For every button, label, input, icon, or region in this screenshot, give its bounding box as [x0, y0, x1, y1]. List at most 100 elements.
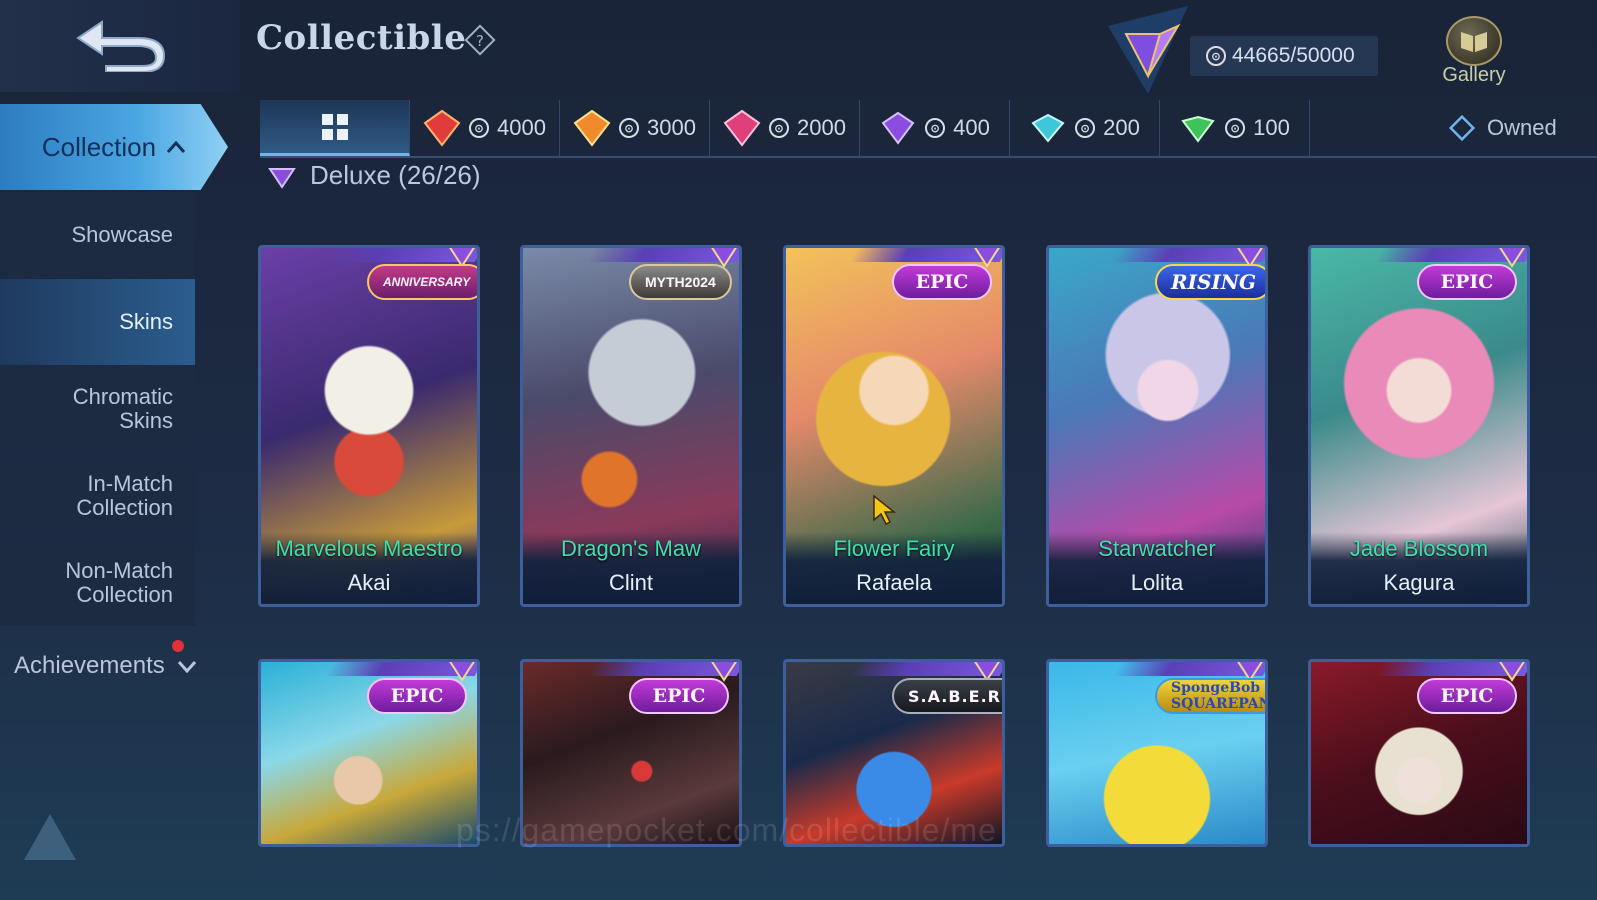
pink-gem-icon — [723, 109, 761, 147]
sidebar-item-in-match-collection[interactable]: In-Match Collection — [0, 453, 195, 539]
scroll-up-arrow-icon — [24, 814, 76, 860]
card-caption: Starwatcher Lolita — [1049, 532, 1265, 604]
skin-badge: EPIC — [629, 678, 729, 714]
tab-label: 200 — [1103, 115, 1140, 140]
purple-gem-icon — [881, 111, 915, 145]
tab-label: 2000 — [797, 115, 846, 140]
owned-filter-toggle[interactable]: Owned — [1447, 108, 1557, 148]
sidebar-item-showcase[interactable]: Showcase — [0, 192, 195, 278]
skin-card[interactable]: RISING Starwatcher Lolita — [1046, 245, 1268, 607]
chevron-down-icon — [177, 661, 196, 673]
tab-3000[interactable]: ⊙ 3000 — [560, 100, 710, 156]
page-title: Collectible — [256, 18, 467, 58]
section-header: Deluxe (26/26) — [268, 160, 481, 190]
skin-card[interactable]: ANNIVERSARY Marvelous Maestro Akai — [258, 245, 480, 607]
skin-badge: MYTH2024 — [629, 264, 732, 300]
sidebar-item-label: Skins — [119, 309, 173, 334]
hero-name: Kagura — [1383, 570, 1455, 595]
tab-400[interactable]: ⊙ 400 — [860, 100, 1010, 156]
sidebar-item-label: Chromatic — [72, 384, 173, 409]
green-gem-icon — [1181, 115, 1215, 143]
skin-name: Starwatcher — [1098, 536, 1216, 561]
red-gem-icon — [423, 109, 461, 147]
skin-badge: RISING — [1155, 264, 1265, 300]
skin-name: Marvelous Maestro — [275, 536, 463, 561]
sidebar-collection-label: Collection — [41, 131, 157, 162]
owned-diamond-icon — [1448, 114, 1476, 142]
grid-icon — [321, 113, 348, 140]
back-arrow-icon — [76, 20, 166, 72]
skin-name: Dragon's Maw — [561, 536, 701, 561]
gallery-label: Gallery — [1442, 64, 1506, 86]
sidebar-item-label: Collection — [76, 582, 173, 607]
skin-card[interactable]: EPIC — [1308, 659, 1530, 847]
skin-card[interactable]: EPIC — [258, 659, 480, 847]
sidebar-item-non-match-collection[interactable]: Non-Match Collection — [0, 540, 195, 626]
sidebar: Collection Showcase Skins Chromatic Skin… — [0, 100, 240, 900]
section-label: Deluxe (26/26) — [310, 160, 481, 190]
mouse-cursor-icon — [873, 494, 897, 526]
hero-name: Akai — [347, 570, 391, 595]
sidebar-item-label: Skins — [119, 408, 173, 433]
sidebar-item-label: In-Match — [87, 471, 173, 496]
watermark-text: ps://gamepocket.com/collectible/me — [456, 812, 997, 848]
sidebar-collection[interactable]: Collection — [0, 104, 228, 190]
price-tab-bar: ⊙ 4000 ⊙ 3000 ⊙ 2000 ⊙ 400 ⊙ 200 ⊙ 100 — [260, 100, 1597, 158]
orange-gem-icon — [573, 109, 611, 147]
skin-badge: EPIC — [1417, 264, 1517, 300]
back-button[interactable] — [55, 8, 185, 80]
skin-badge: EPIC — [1417, 678, 1517, 714]
tab-2000[interactable]: ⊙ 2000 — [710, 100, 860, 156]
coin-icon: ⊙ — [1075, 118, 1096, 138]
tab-label: 4000 — [497, 115, 546, 140]
skin-name: Flower Fairy — [833, 536, 955, 561]
skin-name: Jade Blossom — [1349, 536, 1489, 561]
help-button[interactable]: ? — [462, 22, 498, 58]
question-icon: ? — [464, 24, 496, 56]
skin-badge: SpongeBob SQUAREPANTS — [1155, 678, 1265, 714]
tab-all[interactable] — [260, 100, 410, 156]
skin-badge: ANNIVERSARY — [367, 264, 477, 300]
skin-badge: EPIC — [892, 264, 992, 300]
skin-card[interactable]: EPIC Flower Fairy Rafaela — [783, 245, 1005, 607]
gallery-button[interactable]: Gallery — [1430, 16, 1518, 90]
card-caption: Marvelous Maestro Akai — [261, 532, 477, 604]
purple-gem-icon — [268, 168, 296, 189]
points-value: 44665/50000 — [1232, 44, 1355, 67]
tab-200[interactable]: ⊙ 200 — [1010, 100, 1160, 156]
svg-text:?: ? — [476, 32, 484, 50]
sidebar-item-chromatic-skins[interactable]: Chromatic Skins — [0, 366, 195, 452]
skin-card[interactable]: SpongeBob SQUAREPANTS — [1046, 659, 1268, 847]
collector-points: ⊙ 44665/50000 — [1190, 36, 1378, 76]
coin-icon: ⊙ — [619, 118, 640, 138]
skin-badge: EPIC — [367, 678, 467, 714]
card-caption: Flower Fairy Rafaela — [786, 532, 1002, 604]
skin-card[interactable]: EPIC Jade Blossom Kagura — [1308, 245, 1530, 607]
collect-coin-icon: ⊙ — [1206, 46, 1226, 66]
card-caption: Dragon's Maw Clint — [523, 532, 739, 604]
hero-name: Clint — [608, 570, 653, 595]
chevron-up-icon — [166, 140, 186, 153]
gallery-book-icon — [1446, 16, 1502, 66]
cyan-gem-icon — [1031, 113, 1065, 143]
sidebar-achievements[interactable]: Achievements — [14, 652, 197, 680]
hero-name: Rafaela — [856, 570, 932, 595]
coin-icon: ⊙ — [769, 118, 790, 138]
notification-dot — [172, 640, 184, 652]
tab-4000[interactable]: ⊙ 4000 — [410, 100, 560, 156]
coin-icon: ⊙ — [1225, 118, 1246, 138]
tab-label: 3000 — [647, 115, 696, 140]
tab-label: 400 — [953, 115, 990, 140]
skin-badge: S.A.B.E.R. — [892, 678, 1002, 714]
tab-label: 100 — [1253, 115, 1290, 140]
coin-icon: ⊙ — [925, 118, 946, 138]
sidebar-item-label: Showcase — [71, 222, 173, 247]
sidebar-item-label: Collection — [76, 495, 173, 520]
owned-label: Owned — [1487, 115, 1557, 140]
sidebar-item-skins[interactable]: Skins — [0, 279, 195, 365]
tab-100[interactable]: ⊙ 100 — [1160, 100, 1310, 156]
coin-icon: ⊙ — [469, 118, 490, 138]
skin-card[interactable]: MYTH2024 Dragon's Maw Clint — [520, 245, 742, 607]
sidebar-item-label: Non-Match — [65, 558, 173, 583]
card-caption: Jade Blossom Kagura — [1311, 532, 1527, 604]
